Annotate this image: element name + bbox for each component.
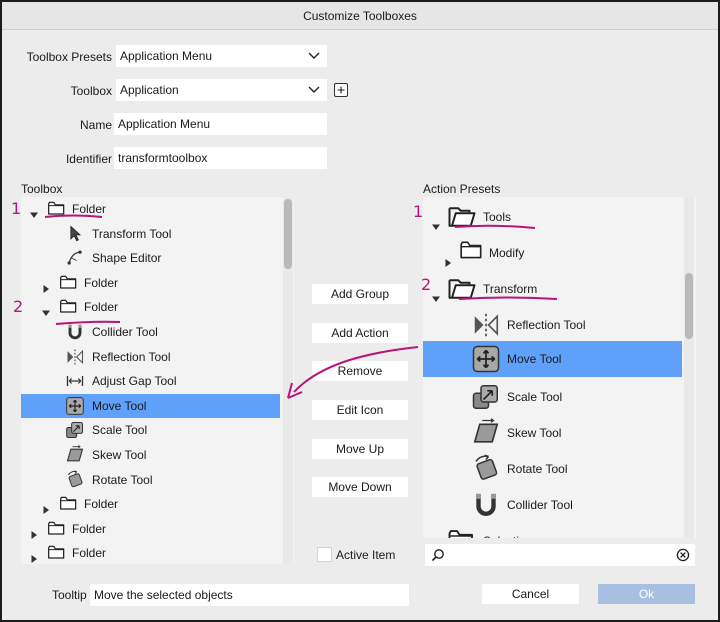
toolbox-tree-row[interactable]: Collider Tool: [21, 320, 276, 344]
tooltip-label: Tooltip: [52, 588, 87, 602]
toolbox-tree-row-label: Adjust Gap Tool: [92, 374, 177, 389]
toolbox-tree-row[interactable]: Folder: [21, 295, 276, 319]
search-input[interactable]: [425, 544, 695, 566]
toolbox-tree-row[interactable]: Adjust Gap Tool: [21, 369, 276, 393]
toolbox-tree-row-label: Folder: [84, 300, 119, 315]
action-presets-row[interactable]: Selection: [423, 525, 678, 538]
annotation-numeral: 1: [413, 202, 424, 221]
collapse-arrow-icon[interactable]: [29, 548, 39, 564]
action-presets-row[interactable]: Rotate Tool: [423, 453, 678, 485]
toolbox-tree-row-label: Folder: [72, 546, 107, 561]
annotation-numeral: 2: [421, 275, 432, 294]
action-presets-row-label: Move Tool: [507, 352, 562, 366]
action-presets-row-label: Modify: [489, 246, 525, 260]
action-presets-row[interactable]: Scale Tool: [423, 381, 678, 413]
toolbox-tree-row-label: Transform Tool: [92, 226, 172, 241]
action-presets-title: Action Presets: [423, 182, 501, 196]
tooltip-field[interactable]: Move the selected objects: [90, 584, 409, 606]
toolbox-tree-row[interactable]: Folder: [21, 492, 276, 516]
toolbox-label: Toolbox: [70, 84, 112, 98]
action-presets-row-label: Reflection Tool: [507, 318, 586, 332]
edit-icon-button[interactable]: Edit Icon: [312, 400, 408, 420]
action-presets-row-label: Transform: [483, 282, 538, 296]
clear-search-icon[interactable]: [676, 548, 690, 562]
ok-button[interactable]: Ok: [598, 584, 695, 604]
search-icon: [431, 549, 444, 562]
action-presets-row[interactable]: Transform: [423, 273, 678, 305]
action-presets-row-label: Selection: [483, 525, 532, 538]
name-field[interactable]: Application Menu: [114, 113, 327, 135]
customize-toolboxes-dialog: Customize Toolboxes Toolbox Presets Appl…: [0, 0, 720, 622]
toolbox-tree-row[interactable]: Skew Tool: [21, 443, 276, 467]
action-presets-row-label: Rotate Tool: [507, 462, 568, 476]
toolbox-tree-row-label: Rotate Tool: [92, 472, 153, 487]
toolbox-tree-row[interactable]: Transform Tool: [21, 222, 276, 246]
move-down-button[interactable]: Move Down: [312, 477, 408, 497]
action-presets-row[interactable]: Collider Tool: [423, 489, 678, 521]
toolbox-tree-row[interactable]: Folder: [21, 197, 276, 221]
action-presets-row[interactable]: Skew Tool: [423, 417, 678, 449]
add-toolbox-button[interactable]: [334, 83, 348, 97]
action-presets-scroll-thumb[interactable]: [685, 273, 693, 339]
toolbox-tree-row-label: Move Tool: [92, 398, 147, 413]
cancel-button[interactable]: Cancel: [482, 584, 579, 604]
toolbox-tree-row[interactable]: Shape Editor: [21, 246, 276, 270]
toolbox-tree-row[interactable]: Scale Tool: [21, 418, 276, 442]
add-action-button[interactable]: Add Action: [312, 323, 408, 343]
action-presets-row[interactable]: Reflection Tool: [423, 309, 678, 341]
toolbox-tree-row-label: Reflection Tool: [92, 349, 171, 364]
name-label: Name: [79, 118, 112, 132]
annotation-numeral: 2: [13, 297, 24, 316]
action-presets-row-label: Skew Tool: [507, 426, 562, 440]
toolbox-tree-row-label: Shape Editor: [92, 251, 162, 266]
identifier-field[interactable]: transformtoolbox: [114, 147, 327, 169]
folder-icon: [459, 238, 485, 276]
folder-icon: [47, 543, 67, 564]
toolbox-combo[interactable]: Application: [116, 79, 327, 101]
toolbox-tree-row-label: Folder: [72, 521, 107, 536]
active-item-checkbox[interactable]: [317, 547, 332, 562]
toolbox-tree-row-label: Folder: [84, 497, 119, 512]
toolbox-tree-row[interactable]: Folder: [21, 271, 276, 295]
toolbox-tree-row-label: Scale Tool: [92, 423, 148, 438]
action-presets-row[interactable]: Move Tool: [423, 341, 682, 377]
action-presets-scrollbar[interactable]: [684, 197, 694, 538]
move-up-button[interactable]: Move Up: [312, 439, 408, 459]
toolbox-presets-value: Application Menu: [120, 49, 213, 63]
active-item-label: Active Item: [336, 548, 396, 562]
dialog-title: Customize Toolboxes: [2, 2, 718, 30]
toolbox-presets-combo[interactable]: Application Menu: [116, 45, 327, 67]
action-presets-row-label: Scale Tool: [507, 390, 563, 404]
action-presets-row[interactable]: Modify: [423, 237, 678, 269]
identifier-label: Identifier: [65, 152, 112, 166]
toolbox-tree-scrollbar[interactable]: [283, 197, 293, 564]
folder-icon: [447, 526, 477, 538]
remove-button[interactable]: Remove: [312, 361, 408, 381]
action-presets-row-label: Tools: [483, 210, 512, 224]
toolbox-tree-row-label: Folder: [84, 275, 119, 290]
toolbox-tree-row-label: Skew Tool: [92, 448, 147, 462]
toolbox-tree-scroll-thumb[interactable]: [284, 199, 292, 269]
toolbox-tree-row[interactable]: Reflection Tool: [21, 345, 276, 369]
toolbox-tree-row[interactable]: Folder: [21, 541, 276, 564]
toolbox-tree-row-label: Collider Tool: [92, 325, 158, 339]
toolbox-tree: Folder Transform Tool Shape Editor Folder Fo…: [21, 197, 294, 564]
toolbox-tree-row-label: Folder: [72, 202, 107, 216]
chevron-down-icon: [308, 86, 320, 93]
chevron-down-icon: [308, 52, 320, 59]
toolbox-presets-label: Toolbox Presets: [26, 50, 112, 64]
collapse-arrow-icon[interactable]: [431, 536, 441, 538]
action-presets-row-label: Collider Tool: [507, 498, 573, 512]
action-presets-row[interactable]: Tools: [423, 201, 678, 233]
toolbox-tree-row[interactable]: Move Tool: [21, 393, 280, 418]
toolbox-tree-title: Toolbox: [21, 182, 63, 196]
toolbox-tree-row[interactable]: Folder: [21, 517, 276, 541]
toolbox-tree-row[interactable]: Rotate Tool: [21, 468, 276, 492]
action-presets-tree: Tools Modify Transform Reflection Tool Move …: [423, 197, 696, 538]
add-group-button[interactable]: Add Group: [312, 284, 408, 304]
toolbox-value: Application: [120, 83, 179, 97]
annotation-numeral: 1: [11, 199, 22, 218]
